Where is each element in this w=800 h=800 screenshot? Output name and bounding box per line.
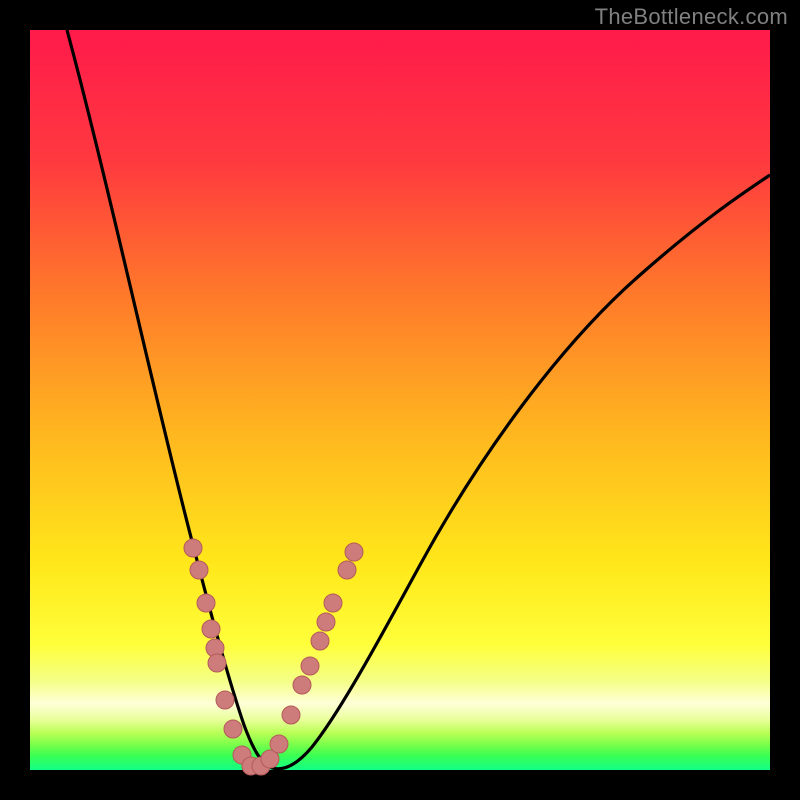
data-point	[293, 676, 311, 694]
data-point	[208, 654, 226, 672]
data-point	[301, 657, 319, 675]
data-point	[202, 620, 220, 638]
plot-area	[30, 30, 770, 770]
data-point	[282, 706, 300, 724]
data-point	[197, 594, 215, 612]
data-point	[324, 594, 342, 612]
data-point	[190, 561, 208, 579]
watermark-text: TheBottleneck.com	[595, 4, 788, 30]
data-point	[317, 613, 335, 631]
data-point	[345, 543, 363, 561]
data-point	[311, 632, 329, 650]
data-point	[338, 561, 356, 579]
data-point	[184, 539, 202, 557]
chart-frame: TheBottleneck.com	[0, 0, 800, 800]
data-point	[270, 735, 288, 753]
data-point	[224, 720, 242, 738]
data-point	[216, 691, 234, 709]
bottleneck-chart	[0, 0, 800, 800]
